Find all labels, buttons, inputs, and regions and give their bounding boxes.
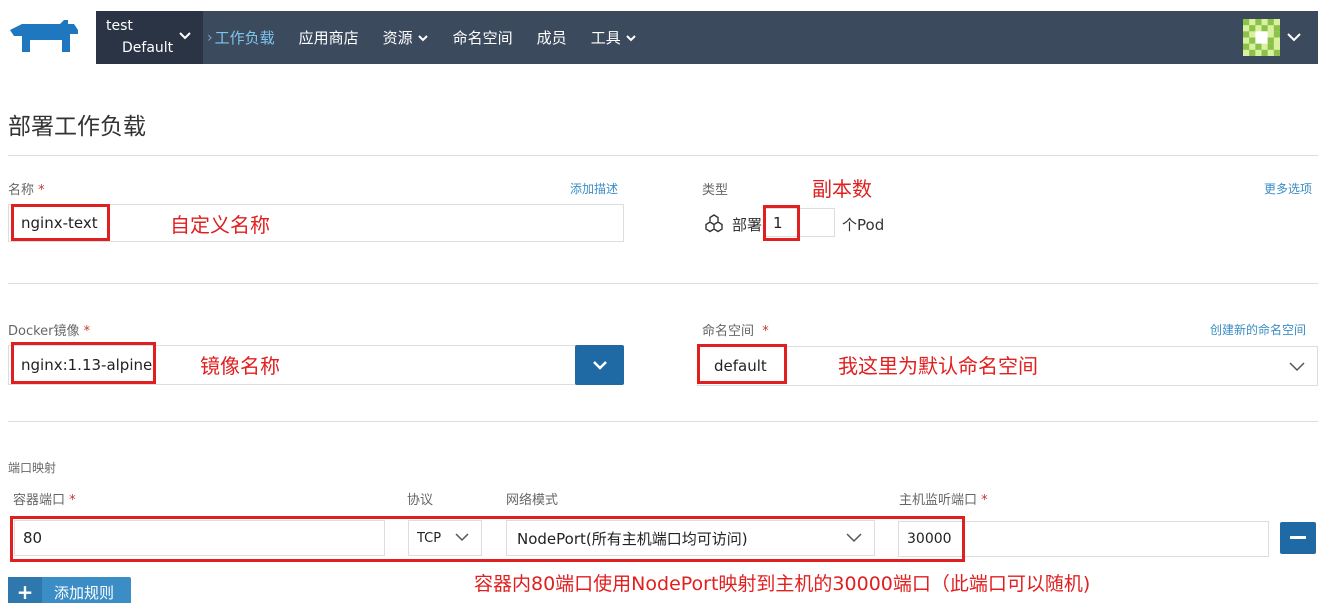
annotation-custom-name: 自定义名称 [170, 213, 270, 237]
deployment-icon [705, 214, 723, 233]
namespace-name: Default [122, 40, 174, 56]
add-rule-button[interactable]: + 添加规则 [8, 577, 131, 603]
pod-unit-label: 个Pod [842, 216, 885, 234]
image-label-text: Docker镜像 [8, 324, 80, 339]
annotation-box-namespace [697, 344, 787, 384]
annotation-box-name [11, 204, 110, 241]
page-title: 部署工作负载 [8, 114, 146, 140]
network-mode-label: 网络模式 [506, 493, 559, 508]
chevron-down-icon [592, 361, 607, 370]
chevron-down-icon [179, 32, 191, 40]
nav-label: 资源 [382, 29, 413, 47]
nav-label: 命名空间 [452, 29, 513, 47]
nav-item-catalog[interactable]: 应用商店 [299, 27, 359, 48]
nav-item-namespaces[interactable]: 命名空间 [453, 27, 513, 48]
image-dropdown-button[interactable] [575, 345, 624, 385]
host-port-label-text: 主机监听端口 [899, 493, 978, 508]
name-label-text: 名称 [8, 183, 35, 198]
user-avatar[interactable] [1243, 19, 1280, 56]
nav-separator-icon: › [207, 29, 213, 46]
project-name: test [106, 18, 133, 34]
annotation-port-mapping: 容器内80端口使用NodePort映射到主机的30000端口（此端口可以随机) [474, 573, 1091, 595]
annotation-box-port-mapping [10, 516, 965, 562]
annotation-box-replicas [763, 205, 800, 241]
more-options-link[interactable]: 更多选项 [1264, 180, 1312, 197]
minus-icon [1290, 536, 1306, 539]
annotation-replicas: 副本数 [812, 177, 872, 201]
rancher-logo[interactable] [8, 18, 82, 56]
divider [8, 283, 1318, 284]
required-mark: * [981, 493, 988, 508]
container-port-label-text: 容器端口 [13, 493, 66, 508]
image-label: Docker镜像 * [8, 320, 90, 339]
type-label: 类型 [702, 183, 729, 198]
create-namespace-link[interactable]: 创建新的命名空间 [1210, 321, 1306, 338]
annotation-namespace: 我这里为默认命名空间 [838, 354, 1038, 378]
main-nav: › 工作负载 应用商店 资源 命名空间 成员 工具 [203, 11, 661, 64]
required-mark: * [38, 183, 45, 198]
name-label: 名称 * [8, 179, 45, 198]
chevron-down-icon[interactable] [1286, 30, 1302, 44]
host-port-label: 主机监听端口 * [899, 489, 988, 508]
add-rule-label: 添加规则 [54, 583, 115, 602]
namespace-label-text: 命名空间 [702, 324, 755, 339]
annotation-image-name: 镜像名称 [200, 354, 280, 378]
annotation-box-image [11, 342, 156, 384]
required-mark: * [69, 493, 76, 508]
nav-item-workloads[interactable]: 工作负载 [215, 27, 275, 48]
chevron-down-icon [625, 34, 636, 41]
container-port-label: 容器端口 * [13, 489, 76, 508]
chevron-down-icon [1289, 362, 1305, 372]
required-mark: * [83, 324, 91, 339]
divider [8, 421, 1318, 422]
nav-label: 工具 [590, 29, 621, 47]
deploy-label: 部署 [732, 216, 763, 234]
project-switcher[interactable]: test Default [96, 11, 203, 64]
divider [8, 155, 1318, 156]
nav-label: 成员 [536, 29, 567, 47]
nav-item-resources[interactable]: 资源 [383, 27, 429, 48]
port-mapping-label: 端口映射 [8, 461, 57, 475]
nav-item-tools[interactable]: 工具 [591, 27, 637, 48]
nav-item-members[interactable]: 成员 [537, 27, 567, 48]
plus-icon: + [8, 577, 42, 603]
namespace-label: 命名空间 * [702, 320, 769, 339]
remove-rule-button[interactable] [1280, 522, 1316, 554]
nav-label: 工作负载 [214, 29, 275, 47]
add-description-link[interactable]: 添加描述 [570, 180, 618, 197]
protocol-label: 协议 [407, 493, 434, 508]
nav-label: 应用商店 [298, 29, 359, 47]
chevron-down-icon [417, 34, 428, 41]
required-mark: * [762, 324, 769, 339]
